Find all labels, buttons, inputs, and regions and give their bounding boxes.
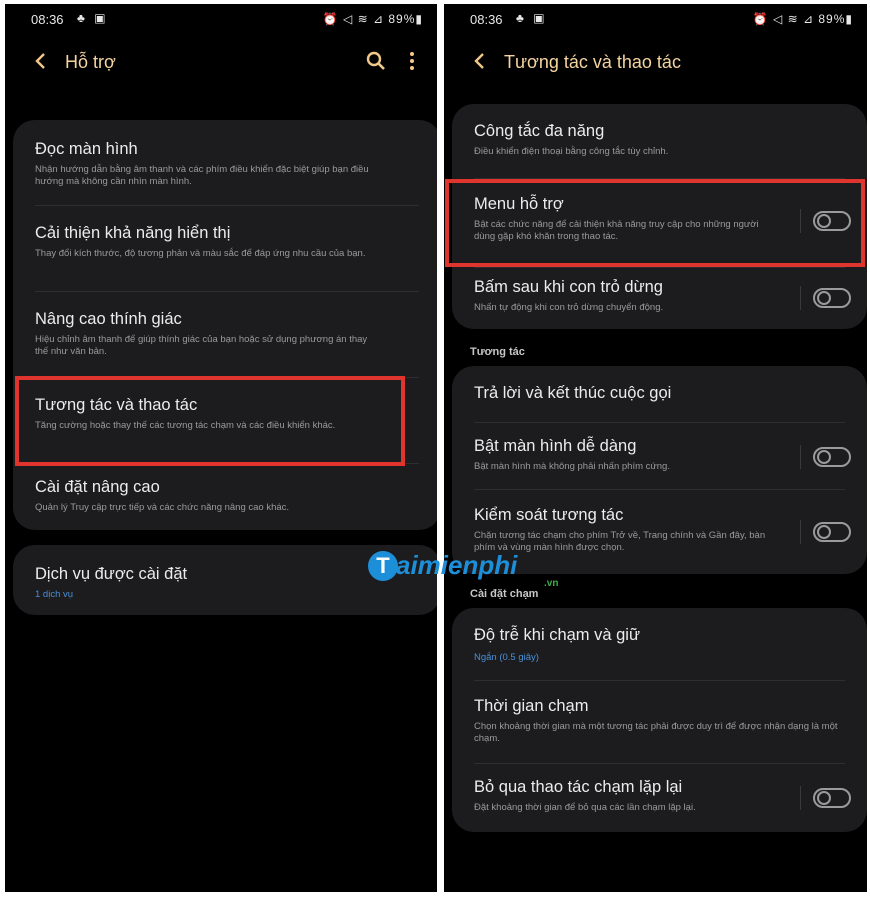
settings-card: Trả lời và kết thúc cuộc gọi Bật màn hìn… xyxy=(452,366,867,574)
item-title: Bỏ qua thao tác chạm lặp lại xyxy=(474,778,683,796)
status-indicators: ⏰ ◁ ≋ ⊿ 89%▮ xyxy=(752,12,853,26)
watermark-suffix: .vn xyxy=(544,578,559,589)
item-subtitle: 1 dịch vụ xyxy=(35,589,74,600)
watermark-text: aimienphi xyxy=(396,550,518,580)
separator xyxy=(800,286,801,310)
search-icon[interactable] xyxy=(365,50,387,72)
item-subtitle: Nhận hướng dẫn bằng âm thanh và các phím… xyxy=(35,164,369,187)
right-screen: 08:36 ♣ ▣ ⏰ ◁ ≋ ⊿ 89%▮ Tương tác và thao… xyxy=(444,4,867,892)
back-icon[interactable] xyxy=(30,50,52,72)
toggle-knob xyxy=(817,791,831,805)
item-title: Cài đặt nâng cao xyxy=(35,478,160,496)
item-subtitle: Bật màn hình mà không phải nhấn phím cứn… xyxy=(474,461,670,472)
item-subtitle: Chọn khoảng thời gian mà một tương tác p… xyxy=(474,721,838,744)
app-bar: Hỗ trợ xyxy=(5,44,437,84)
list-item-visibility[interactable]: Cải thiện khả năng hiển thị Thay đổi kíc… xyxy=(13,206,437,290)
item-subtitle: Điều khiển điện thoại bằng công tắc tùy … xyxy=(474,146,669,157)
item-title: Thời gian chạm xyxy=(474,697,589,715)
section-header-interaction: Tương tác xyxy=(470,346,525,358)
status-indicators: ⏰ ◁ ≋ ⊿ 89%▮ xyxy=(322,12,423,26)
item-title: Trả lời và kết thúc cuộc gọi xyxy=(474,384,672,402)
separator xyxy=(800,786,801,810)
app-bar: Tương tác và thao tác xyxy=(444,44,867,84)
settings-card: Độ trễ khi chạm và giữ Ngắn (0.5 giây) T… xyxy=(452,608,867,832)
separator xyxy=(800,520,801,544)
item-title: Bấm sau khi con trỏ dừng xyxy=(474,278,663,296)
notification-icons: ♣ ▣ xyxy=(516,11,548,25)
item-subtitle: Chặn tương tác chạm cho phím Trở về, Tra… xyxy=(474,530,766,553)
watermark-logo: Taimienphi .vn xyxy=(368,550,558,590)
item-subtitle: Đặt khoảng thời gian để bỏ qua các lần c… xyxy=(474,802,696,813)
settings-card: Đọc màn hình Nhận hướng dẫn bằng âm than… xyxy=(13,120,437,530)
list-item-hearing[interactable]: Nâng cao thính giác Hiệu chỉnh âm thanh … xyxy=(13,292,437,376)
notification-icons: ♣ ▣ xyxy=(77,11,109,25)
item-subtitle: Thay đổi kích thước, độ tương phản và mà… xyxy=(35,248,366,259)
status-bar: 08:36 ♣ ▣ ⏰ ◁ ≋ ⊿ 89%▮ xyxy=(5,4,437,32)
list-item-advanced[interactable]: Cài đặt nâng cao Quản lý Truy cập trực t… xyxy=(13,464,437,530)
back-icon[interactable] xyxy=(469,50,491,72)
highlight-box xyxy=(445,179,865,267)
toggle-knob xyxy=(817,291,831,305)
more-options-icon[interactable] xyxy=(407,50,417,72)
easy-screen-toggle[interactable] xyxy=(813,447,851,467)
list-item-screen-reader[interactable]: Đọc màn hình Nhận hướng dẫn bằng âm than… xyxy=(13,120,437,204)
toggle-knob xyxy=(817,450,831,464)
list-item-easy-screen-turn-on[interactable]: Bật màn hình dễ dàng Bật màn hình mà khô… xyxy=(452,423,867,489)
item-title: Công tắc đa năng xyxy=(474,122,605,140)
left-screen: 08:36 ♣ ▣ ⏰ ◁ ≋ ⊿ 89%▮ Hỗ trợ Đọc màn hì… xyxy=(5,4,437,892)
item-subtitle: Nhấn tự động khi con trỏ dừng chuyển độn… xyxy=(474,302,664,313)
list-item-universal-switch[interactable]: Công tắc đa năng Điều khiển điện thoại b… xyxy=(452,104,867,178)
item-title: Kiểm soát tương tác xyxy=(474,506,624,524)
interaction-control-toggle[interactable] xyxy=(813,522,851,542)
item-subtitle: Quản lý Truy cập trực tiếp và các chức n… xyxy=(35,502,290,513)
list-item-answer-end-calls[interactable]: Trả lời và kết thúc cuộc gọi xyxy=(452,366,867,422)
ignore-repeated-toggle[interactable] xyxy=(813,788,851,808)
list-item-tap-duration[interactable]: Thời gian chạm Chọn khoảng thời gian mà … xyxy=(452,681,867,763)
separator xyxy=(800,445,801,469)
status-bar: 08:36 ♣ ▣ ⏰ ◁ ≋ ⊿ 89%▮ xyxy=(444,4,867,32)
list-item-ignore-repeated-touches[interactable]: Bỏ qua thao tác chạm lặp lại Đặt khoảng … xyxy=(452,764,867,832)
list-item-click-after-pointer-stops[interactable]: Bấm sau khi con trỏ dừng Nhấn tự động kh… xyxy=(452,268,867,329)
status-time: 08:36 xyxy=(470,12,503,27)
item-title: Đọc màn hình xyxy=(35,140,138,158)
page-title: Tương tác và thao tác xyxy=(504,52,681,72)
item-subtitle: Ngắn (0.5 giây) xyxy=(474,652,539,663)
item-subtitle: Hiệu chỉnh âm thanh để giúp thính giác c… xyxy=(35,334,368,357)
click-after-pointer-toggle[interactable] xyxy=(813,288,851,308)
item-title: Bật màn hình dễ dàng xyxy=(474,437,637,455)
highlight-box xyxy=(15,376,405,466)
item-title: Cải thiện khả năng hiển thị xyxy=(35,224,231,242)
item-title: Độ trễ khi chạm và giữ xyxy=(474,626,641,644)
watermark-letter: T xyxy=(368,550,398,581)
list-item-touch-hold-delay[interactable]: Độ trễ khi chạm và giữ Ngắn (0.5 giây) xyxy=(452,608,867,680)
item-title: Nâng cao thính giác xyxy=(35,310,182,328)
page-title: Hỗ trợ xyxy=(65,52,116,72)
toggle-knob xyxy=(817,525,831,539)
item-title: Dịch vụ được cài đặt xyxy=(35,565,188,583)
status-time: 08:36 xyxy=(31,12,64,27)
